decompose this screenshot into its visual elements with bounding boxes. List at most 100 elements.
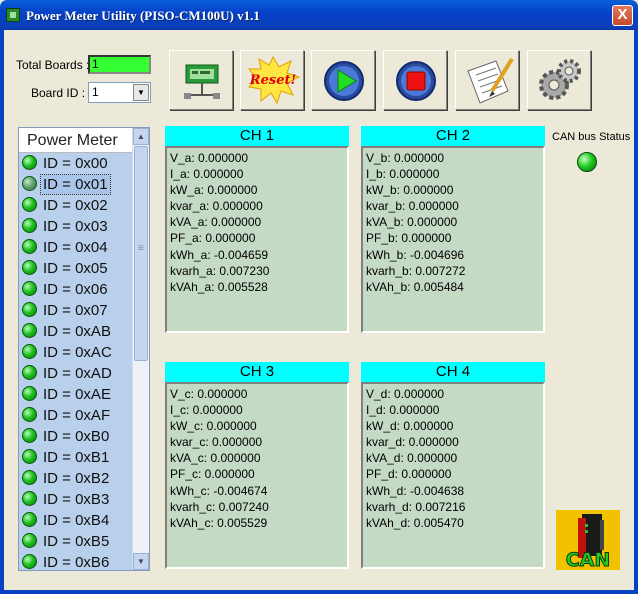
- list-item[interactable]: ID = 0x05: [19, 258, 133, 279]
- list-item[interactable]: ID = 0xB6: [19, 552, 133, 570]
- channel-reading: PF_d: 0.000000: [366, 467, 452, 482]
- list-header: Power Meter: [19, 128, 133, 153]
- status-led-icon: [22, 491, 37, 506]
- list-item[interactable]: ID = 0xB0: [19, 426, 133, 447]
- list-item[interactable]: ID = 0x03: [19, 216, 133, 237]
- log-button[interactable]: [455, 50, 519, 110]
- list-item[interactable]: ID = 0x01: [19, 174, 133, 195]
- status-led-icon: [22, 344, 37, 359]
- power-meter-list[interactable]: Power Meter ID = 0x00 ID = 0x01 ID = 0x02 I…: [18, 127, 150, 571]
- channel-reading: kW_b: 0.000000: [366, 183, 454, 198]
- settings-button[interactable]: [527, 50, 591, 110]
- ch2-header: CH 2: [361, 126, 545, 146]
- stop-icon: [396, 61, 436, 101]
- status-led-icon: [22, 260, 37, 275]
- channel-reading: I_d: 0.000000: [366, 403, 440, 418]
- ch4-header: CH 4: [361, 362, 545, 382]
- list-item-label: ID = 0xB0: [43, 428, 110, 445]
- list-item[interactable]: ID = 0xB4: [19, 510, 133, 531]
- status-led-icon: [22, 428, 37, 443]
- ch3-header: CH 3: [165, 362, 349, 382]
- scroll-thumb[interactable]: [134, 146, 148, 361]
- list-item[interactable]: ID = 0xB2: [19, 468, 133, 489]
- channel-reading: kVAh_c: 0.005529: [170, 515, 268, 530]
- channel-reading: kvarh_c: 0.007240: [170, 499, 269, 514]
- channel-reading: V_d: 0.000000: [366, 387, 445, 401]
- total-boards-field: 1: [88, 55, 151, 74]
- channel-reading: kvarh_a: 0.007230: [170, 263, 270, 278]
- window-frame-right: [634, 30, 638, 594]
- list-item[interactable]: ID = 0xAF: [19, 405, 133, 426]
- scroll-down-icon[interactable]: ▼: [133, 553, 149, 570]
- board-id-select[interactable]: 1 ▼: [88, 82, 151, 103]
- network-board-icon: [184, 64, 220, 99]
- ch4-panel: V_d: 0.000000 I_d: 0.000000 kW_d: 0.000000…: [361, 382, 545, 569]
- list-item[interactable]: ID = 0x02: [19, 195, 133, 216]
- can-logo: CAN: [556, 510, 620, 572]
- chevron-down-icon[interactable]: ▼: [133, 84, 149, 101]
- list-item-label: ID = 0xAE: [43, 386, 111, 403]
- reset-button[interactable]: Reset!: [240, 50, 304, 110]
- play-icon: [324, 61, 364, 101]
- window-frame-bottom: [0, 590, 638, 594]
- list-item[interactable]: ID = 0xAC: [19, 342, 133, 363]
- channel-reading: kvar_c: 0.000000: [170, 435, 263, 450]
- channel-reading: kWh_b: -0.004696: [366, 247, 465, 262]
- channel-reading: PF_c: 0.000000: [170, 467, 255, 482]
- status-led-icon: [22, 302, 37, 317]
- channel-reading: PF_a: 0.000000: [170, 231, 256, 246]
- list-item-label: ID = 0xB1: [43, 449, 110, 466]
- list-item-label: ID = 0x00: [43, 155, 108, 172]
- list-item[interactable]: ID = 0xAB: [19, 321, 133, 342]
- channel-reading: kW_c: 0.000000: [170, 419, 257, 434]
- stop-button[interactable]: [383, 50, 447, 110]
- channel-reading: kWh_c: -0.004674: [170, 483, 268, 498]
- channel-reading: kVAh_b: 0.005484: [366, 279, 464, 294]
- channel-reading: kvar_b: 0.000000: [366, 199, 459, 214]
- list-item-label: ID = 0x03: [43, 218, 108, 235]
- status-led-icon: [22, 470, 37, 485]
- channel-reading: I_a: 0.000000: [170, 167, 244, 182]
- channel-reading: kVAh_a: 0.005528: [170, 279, 268, 294]
- window-frame-left: [0, 30, 4, 594]
- status-led-icon: [22, 449, 37, 464]
- status-led-icon: [22, 197, 37, 212]
- list-item-label: ID = 0xB5: [43, 533, 110, 550]
- status-led-icon: [22, 323, 37, 338]
- ch3-panel: V_c: 0.000000 I_c: 0.000000 kW_c: 0.000000…: [165, 382, 349, 569]
- list-item[interactable]: ID = 0x06: [19, 279, 133, 300]
- scroll-up-icon[interactable]: ▲: [133, 128, 149, 145]
- board-id-label: Board ID :: [31, 86, 86, 100]
- list-item[interactable]: ID = 0x00: [19, 153, 133, 174]
- notepad-icon: [467, 57, 514, 104]
- list-item[interactable]: ID = 0xAE: [19, 384, 133, 405]
- list-item[interactable]: ID = 0xB1: [19, 447, 133, 468]
- ch1-header: CH 1: [165, 126, 349, 146]
- list-item-label: ID = 0x02: [43, 197, 108, 214]
- list-item[interactable]: ID = 0xAD: [19, 363, 133, 384]
- can-logo-text: CAN: [566, 549, 611, 570]
- list-item[interactable]: ID = 0x07: [19, 300, 133, 321]
- list-item-label: ID = 0xAB: [43, 323, 111, 340]
- channel-reading: kvar_a: 0.000000: [170, 199, 263, 214]
- channel-reading: kVA_a: 0.000000: [170, 215, 262, 230]
- start-button[interactable]: [311, 50, 375, 110]
- list-item[interactable]: ID = 0xB5: [19, 531, 133, 552]
- channel-reading: V_b: 0.000000: [366, 151, 445, 165]
- list-item[interactable]: ID = 0x04: [19, 237, 133, 258]
- list-item-label: ID = 0xAC: [43, 344, 112, 361]
- reset-icon-text: Reset!: [249, 73, 296, 88]
- status-led-icon: [22, 386, 37, 401]
- close-button[interactable]: X: [612, 5, 633, 26]
- list-scrollbar[interactable]: ▲ ▼: [132, 128, 149, 570]
- list-item-label: ID = 0x06: [43, 281, 108, 298]
- can-status-led-icon: [577, 152, 597, 172]
- list-item[interactable]: ID = 0xB3: [19, 489, 133, 510]
- ch2-panel: V_b: 0.000000 I_b: 0.000000 kW_b: 0.000000…: [361, 146, 545, 333]
- status-led-icon: [22, 365, 37, 380]
- channel-reading: kvarh_b: 0.007272: [366, 263, 466, 278]
- list-body: ID = 0x00 ID = 0x01 ID = 0x02 ID = 0x03 ID =…: [19, 153, 133, 570]
- board-scan-button[interactable]: [169, 50, 233, 110]
- channel-reading: kW_d: 0.000000: [366, 419, 454, 434]
- channel-reading: kW_a: 0.000000: [170, 183, 258, 198]
